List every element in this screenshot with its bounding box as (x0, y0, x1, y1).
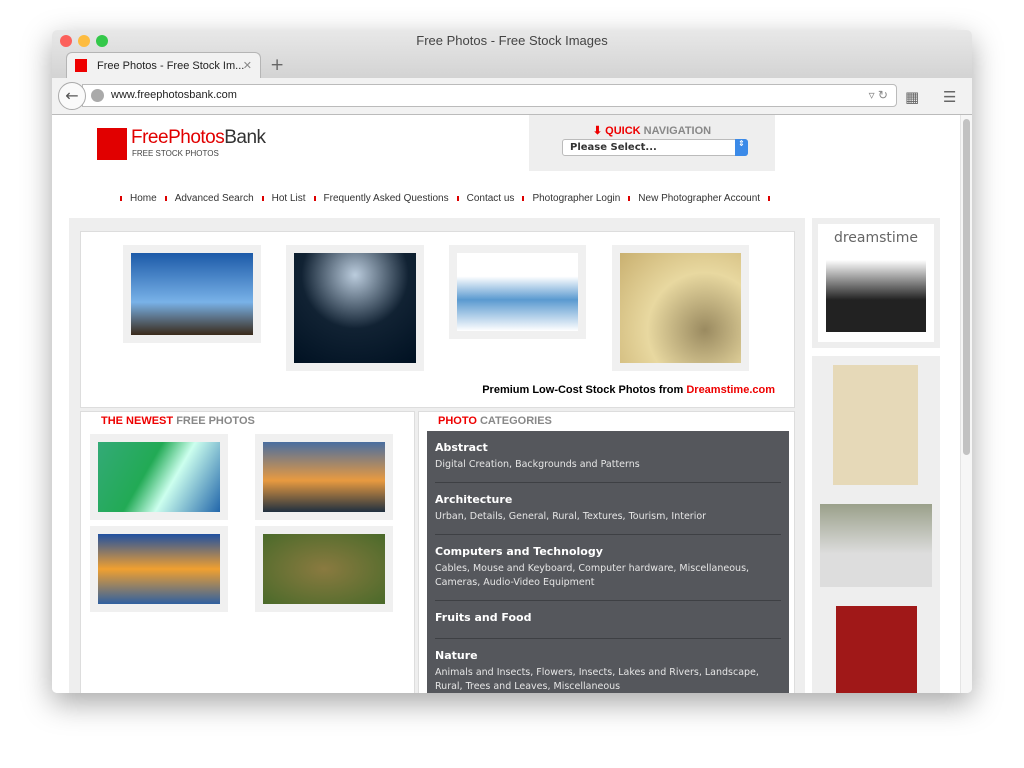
qn-red: QUICK (605, 125, 641, 137)
tab-groups-icon[interactable]: ▦ (905, 88, 919, 106)
tab-label: Free Photos - Free Stock Im... (97, 60, 245, 72)
nav-separator (456, 196, 459, 201)
categories-red: PHOTO (438, 415, 477, 427)
tab-close-icon[interactable]: ✕ (243, 59, 252, 72)
featured-photo[interactable] (286, 245, 424, 371)
menu-icon[interactable]: ☰ (943, 88, 956, 106)
categories-gray: CATEGORIES (479, 415, 552, 427)
category-item[interactable]: Abstract Digital Creation, Backgrounds an… (435, 439, 781, 483)
vertical-scrollbar[interactable] (960, 115, 972, 693)
web-page: FreePhotosBank FREE STOCK PHOTOS ⬇ QUICK… (52, 115, 960, 693)
title-bar: Free Photos - Free Stock Images Free Pho… (52, 30, 972, 78)
sidebar-photo[interactable] (820, 504, 932, 587)
category-name[interactable]: Nature (435, 649, 781, 662)
globe-icon (91, 89, 104, 102)
browser-tab[interactable]: Free Photos - Free Stock Im... ✕ (66, 52, 261, 78)
newest-photo[interactable] (255, 526, 393, 612)
newest-photo[interactable] (90, 526, 228, 612)
newest-photo[interactable] (90, 434, 228, 520)
category-subcategories[interactable]: Urban, Details, General, Rural, Textures… (435, 510, 781, 524)
nav-link[interactable]: Home (130, 193, 157, 204)
category-item[interactable]: Computers and Technology Cables, Mouse an… (435, 543, 781, 601)
favicon-icon (75, 59, 87, 72)
category-name[interactable]: Abstract (435, 441, 781, 454)
dreamstime-link[interactable]: Dreamstime.com (686, 384, 775, 396)
url-bar[interactable]: www.freephotosbank.com ▿ ↻ (82, 84, 897, 107)
featured-photo[interactable] (123, 245, 261, 343)
nav-separator (164, 196, 167, 201)
category-item[interactable]: Architecture Urban, Details, General, Rur… (435, 491, 781, 535)
logo-bank: Bank (224, 127, 266, 148)
nav-separator (522, 196, 525, 201)
nav-link[interactable]: Hot List (272, 193, 306, 204)
newest-photo[interactable] (255, 434, 393, 520)
nav-separator (120, 196, 122, 201)
category-name[interactable]: Computers and Technology (435, 545, 781, 558)
nav-link[interactable]: Frequently Asked Questions (324, 193, 449, 204)
newest-title: THE NEWEST FREE PHOTOS (101, 415, 255, 427)
window-title: Free Photos - Free Stock Images (416, 33, 608, 48)
logo-icon (97, 128, 127, 160)
sidebar-photos (812, 356, 940, 693)
category-subcategories[interactable]: Animals and Insects, Flowers, Insects, L… (435, 666, 781, 693)
dreamstime-ad[interactable]: dreamstime (812, 218, 940, 348)
premium-caption: Premium Low-Cost Stock Photos from Dream… (482, 384, 775, 396)
logo-photos: Photos (168, 127, 225, 148)
category-list: Abstract Digital Creation, Backgrounds an… (427, 431, 789, 693)
nav-separator (313, 196, 316, 201)
quick-nav-title: ⬇ QUICK NAVIGATION (529, 124, 775, 137)
categories-title: PHOTO CATEGORIES (438, 415, 552, 427)
main-nav: Home Advanced Search Hot List Frequently As… (112, 193, 778, 204)
nav-separator (768, 196, 771, 201)
category-item[interactable]: Fruits and Food (435, 609, 781, 639)
newest-red: THE NEWEST (101, 415, 174, 427)
logo-tagline: FREE STOCK PHOTOS (132, 149, 219, 158)
quick-navigation: ⬇ QUICK NAVIGATION Please Select... ⇕ (529, 115, 775, 171)
category-subcategories[interactable]: Cables, Mouse and Keyboard, Computer har… (435, 562, 781, 590)
logo-free: Free (131, 127, 169, 148)
url-text: www.freephotosbank.com (111, 89, 237, 101)
arrow-down-icon: ⬇ (592, 125, 606, 137)
ad-image (826, 252, 926, 332)
category-item[interactable]: Nature Animals and Insects, Flowers, Inse… (435, 647, 781, 693)
nav-link[interactable]: Photographer Login (532, 193, 620, 204)
nav-toolbar: www.freephotosbank.com ▿ ↻ ← ▦ ☰ (52, 78, 972, 115)
scrollbar-thumb[interactable] (963, 119, 970, 455)
newest-gray: FREE PHOTOS (176, 415, 255, 427)
nav-link[interactable]: New Photographer Account (638, 193, 760, 204)
featured-photo[interactable] (449, 245, 586, 339)
nav-separator (261, 196, 264, 201)
sidebar-photo[interactable] (833, 365, 918, 485)
qn-gray: NAVIGATION (643, 125, 712, 137)
select-arrows-icon: ⇕ (735, 139, 748, 156)
select-value: Please Select... (570, 142, 657, 153)
sidebar-photo[interactable] (836, 606, 917, 693)
nav-link[interactable]: Advanced Search (175, 193, 254, 204)
category-subcategories[interactable]: Digital Creation, Backgrounds and Patter… (435, 458, 781, 472)
browser-window: Free Photos - Free Stock Images Free Pho… (52, 30, 972, 693)
back-button[interactable]: ← (58, 82, 86, 110)
caption-text: Premium Low-Cost Stock Photos from (482, 384, 687, 396)
featured-photo[interactable] (612, 245, 749, 371)
new-tab-button[interactable]: + (270, 55, 284, 75)
category-name[interactable]: Fruits and Food (435, 611, 781, 624)
nav-link[interactable]: Contact us (467, 193, 515, 204)
reload-icon[interactable]: ▿ ↻ (869, 88, 888, 102)
nav-separator (628, 196, 631, 201)
dreamstime-brand: dreamstime (833, 230, 919, 246)
category-name[interactable]: Architecture (435, 493, 781, 506)
site-logo[interactable]: FreePhotosBank (131, 127, 266, 149)
quick-nav-select[interactable]: Please Select... ⇕ (562, 139, 748, 156)
